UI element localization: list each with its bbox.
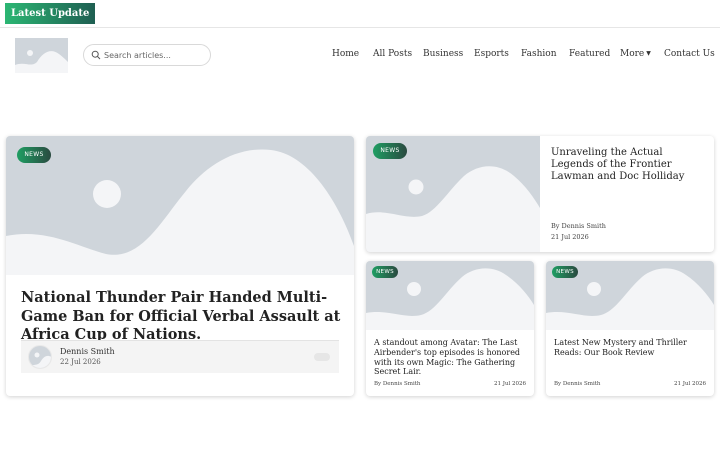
nav-business[interactable]: Business bbox=[423, 49, 463, 59]
news-tag[interactable]: NEWS bbox=[17, 147, 51, 163]
news-tag[interactable]: NEWS bbox=[552, 266, 578, 278]
author-box: Dennis Smith 22 Jul 2026 bbox=[21, 340, 339, 373]
article-date: 22 Jul 2026 bbox=[60, 358, 101, 366]
site-header: Home All Posts Business Esports Fashion … bbox=[0, 28, 720, 84]
grid-article-image: NEWS bbox=[546, 261, 714, 330]
grid-article-title[interactable]: A standout among Avatar: The Last Airben… bbox=[374, 338, 528, 377]
article-byline[interactable]: By Dennis Smith bbox=[554, 381, 600, 387]
news-tag[interactable]: NEWS bbox=[373, 143, 407, 159]
nav-esports[interactable]: Esports bbox=[474, 49, 509, 59]
grid-article-image: NEWS bbox=[366, 261, 534, 330]
article-date: 21 Jul 2026 bbox=[551, 233, 589, 241]
author-name[interactable]: Dennis Smith bbox=[60, 347, 115, 356]
image-placeholder-icon bbox=[6, 149, 354, 275]
side-article-title[interactable]: Unraveling the Actual Legends of the Fro… bbox=[551, 147, 706, 184]
article-byline[interactable]: By Dennis Smith bbox=[551, 222, 606, 230]
nav-fashion[interactable]: Fashion bbox=[521, 49, 557, 59]
nav-featured[interactable]: Featured bbox=[569, 49, 610, 59]
comments-icon[interactable] bbox=[314, 353, 330, 361]
nav-contact-us[interactable]: Contact Us bbox=[664, 49, 715, 59]
avatar-placeholder-icon bbox=[29, 352, 51, 368]
article-date: 21 Jul 2026 bbox=[494, 381, 526, 387]
nav-home[interactable]: Home bbox=[332, 49, 359, 59]
grid-article-card[interactable]: NEWS A standout among Avatar: The Last A… bbox=[366, 261, 534, 396]
article-byline[interactable]: By Dennis Smith bbox=[374, 381, 420, 387]
article-date: 21 Jul 2026 bbox=[674, 381, 706, 387]
grid-article-card[interactable]: NEWS Latest New Mystery and Thriller Rea… bbox=[546, 261, 714, 396]
grid-article-title[interactable]: Latest New Mystery and Thriller Reads: O… bbox=[554, 338, 708, 358]
news-tag[interactable]: NEWS bbox=[372, 266, 398, 278]
nav-more-dropdown[interactable]: More ▼ bbox=[620, 49, 651, 59]
featured-article-image: NEWS bbox=[6, 136, 354, 275]
latest-update-badge[interactable]: Latest Update bbox=[5, 3, 96, 24]
side-article-card[interactable]: NEWS Unraveling the Actual Legends of th… bbox=[366, 136, 714, 252]
caret-down-icon: ▼ bbox=[646, 50, 651, 57]
nav-more-label: More bbox=[620, 49, 645, 59]
author-avatar[interactable] bbox=[28, 345, 52, 369]
nav-all-posts[interactable]: All Posts bbox=[373, 49, 412, 59]
top-bar: Latest Update bbox=[0, 0, 720, 28]
featured-article-card[interactable]: NEWS National Thunder Pair Handed Multi-… bbox=[6, 136, 354, 396]
main-nav: Home All Posts Business Esports Fashion … bbox=[0, 49, 720, 63]
side-article-image: NEWS bbox=[366, 136, 540, 252]
featured-article-title[interactable]: National Thunder Pair Handed Multi-Game … bbox=[21, 289, 346, 345]
